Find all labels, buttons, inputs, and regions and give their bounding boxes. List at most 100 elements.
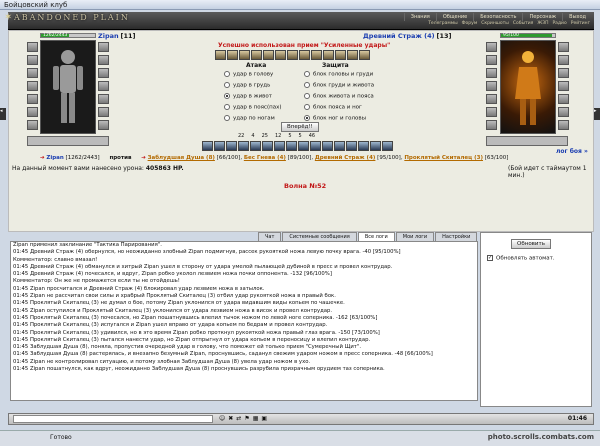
left-player-name[interactable]: Zipan bbox=[98, 32, 119, 40]
spell-icon[interactable] bbox=[202, 141, 213, 151]
radio-icon[interactable] bbox=[304, 93, 310, 99]
technique-icon[interactable] bbox=[239, 50, 250, 60]
auto-refresh-row[interactable]: ✓ Обновлять автомат. bbox=[487, 255, 555, 262]
spell-icon[interactable] bbox=[310, 141, 321, 151]
spell-icon[interactable] bbox=[346, 141, 357, 151]
amulet-slot-icon[interactable] bbox=[27, 55, 38, 65]
radio-icon[interactable] bbox=[224, 82, 230, 88]
technique-icon[interactable] bbox=[251, 50, 262, 60]
radio-icon[interactable] bbox=[224, 104, 230, 110]
attack-option-head[interactable]: удар в голову bbox=[224, 71, 273, 78]
subnav-events[interactable]: События bbox=[511, 21, 535, 26]
gloves-slot-icon[interactable] bbox=[27, 107, 38, 117]
fight-log-link[interactable]: лог боя » bbox=[556, 148, 588, 155]
ring-slot-icon[interactable] bbox=[27, 120, 38, 130]
spell-icon[interactable] bbox=[298, 141, 309, 151]
shield-slot-icon[interactable] bbox=[98, 55, 109, 65]
tab-my-logs[interactable]: Мои логи bbox=[395, 232, 435, 241]
spell-icon[interactable] bbox=[250, 141, 261, 151]
technique-icon[interactable] bbox=[335, 50, 346, 60]
spell-icon[interactable] bbox=[334, 141, 345, 151]
clear-icon[interactable]: ✖ bbox=[228, 415, 233, 422]
enemy-name[interactable]: Заблудшая Душа (8) bbox=[148, 155, 215, 161]
enemy-name[interactable]: Древний Страж (4) bbox=[315, 155, 376, 161]
radio-icon[interactable] bbox=[304, 104, 310, 110]
left-potion-belt[interactable] bbox=[27, 136, 109, 146]
spell-icon[interactable] bbox=[238, 141, 249, 151]
radio-icon[interactable] bbox=[304, 71, 310, 77]
attack-option-belly[interactable]: удар в живот bbox=[224, 93, 272, 100]
ring2-slot-icon[interactable] bbox=[98, 107, 109, 117]
spell-icon[interactable] bbox=[214, 141, 225, 151]
inventory-icon[interactable]: ▣ bbox=[261, 415, 267, 422]
technique-icon[interactable] bbox=[299, 50, 310, 60]
nav-security[interactable]: Безопасность bbox=[473, 13, 522, 21]
belt-slot-icon[interactable] bbox=[27, 94, 38, 104]
spell-icon[interactable] bbox=[382, 141, 393, 151]
chat-log[interactable]: Zipan применил заклинание "Тактика Парир… bbox=[10, 241, 478, 401]
spell-icon[interactable] bbox=[358, 141, 369, 151]
tab-system-messages[interactable]: Системные сообщения bbox=[282, 232, 357, 241]
defense-option-head-chest[interactable]: блок головы и груди bbox=[304, 71, 373, 78]
defense-option-chest-belly[interactable]: блок груди и живота bbox=[304, 82, 374, 89]
enemy-name[interactable]: Проклятый Скиталец (3) bbox=[404, 155, 483, 161]
forward-button[interactable]: Вперёд!! bbox=[281, 122, 319, 132]
spell-icon[interactable] bbox=[370, 141, 381, 151]
subnav-scrolls[interactable]: Скриншоты bbox=[479, 21, 511, 26]
enemy-name[interactable]: Бес Гнева (4) bbox=[244, 155, 286, 161]
radio-icon[interactable] bbox=[224, 93, 230, 99]
refresh-button[interactable]: Обновить bbox=[511, 239, 551, 249]
spell-icon[interactable] bbox=[262, 141, 273, 151]
defense-option-belt-legs[interactable]: блок пояса и ног bbox=[304, 104, 362, 111]
technique-icon[interactable] bbox=[311, 50, 322, 60]
collapse-right-icon[interactable]: ▸ bbox=[594, 108, 600, 120]
radio-icon[interactable] bbox=[304, 82, 310, 88]
technique-icon[interactable] bbox=[287, 50, 298, 60]
tab-all-logs[interactable]: Все логи bbox=[357, 232, 395, 241]
radio-icon[interactable] bbox=[304, 115, 310, 121]
vs-left-name[interactable]: Zipan bbox=[46, 155, 63, 161]
attack-option-groin[interactable]: удар в пояс(пах) bbox=[224, 104, 281, 111]
defense-option-legs-head[interactable]: блок ног и головы bbox=[304, 115, 366, 122]
spell-icon[interactable] bbox=[322, 141, 333, 151]
armor-slot-icon[interactable] bbox=[27, 81, 38, 91]
weapon-slot-icon[interactable] bbox=[27, 68, 38, 78]
earring-slot-icon[interactable] bbox=[98, 42, 109, 52]
defense-option-belly-belt[interactable]: блок живота и пояса bbox=[304, 93, 374, 100]
spell-icon[interactable] bbox=[226, 141, 237, 151]
technique-icon[interactable] bbox=[275, 50, 286, 60]
spell-icon[interactable] bbox=[274, 141, 285, 151]
nav-knowledge[interactable]: Знания bbox=[403, 13, 436, 21]
right-player-name[interactable]: Древний Страж (4) bbox=[363, 32, 435, 40]
helmet-slot-icon[interactable] bbox=[27, 42, 38, 52]
radio-icon[interactable] bbox=[224, 71, 230, 77]
subnav-radio[interactable]: Радио bbox=[550, 21, 568, 26]
technique-icon[interactable] bbox=[227, 50, 238, 60]
ring3-slot-icon[interactable] bbox=[98, 120, 109, 130]
boots-slot-icon[interactable] bbox=[98, 94, 109, 104]
technique-icon[interactable] bbox=[215, 50, 226, 60]
technique-icon[interactable] bbox=[359, 50, 370, 60]
technique-icon[interactable] bbox=[323, 50, 334, 60]
nav-exit[interactable]: Выход bbox=[562, 13, 592, 21]
subnav-forum[interactable]: Форум bbox=[460, 21, 480, 26]
collapse-left-icon[interactable]: ◂ bbox=[0, 108, 6, 120]
nav-character[interactable]: Персонаж bbox=[522, 13, 562, 21]
subnav-zhzp[interactable]: ЖЗП bbox=[535, 21, 550, 26]
technique-icon[interactable] bbox=[347, 50, 358, 60]
translit-icon[interactable]: ⇄ bbox=[236, 415, 241, 422]
smile-icon[interactable]: ☺ bbox=[219, 415, 225, 422]
attack-option-chest[interactable]: удар в грудь bbox=[224, 82, 270, 89]
attack-option-legs[interactable]: удар по ногам bbox=[224, 115, 275, 122]
subnav-rating[interactable]: Рейтинг bbox=[569, 21, 592, 26]
bracer-slot-icon[interactable] bbox=[98, 68, 109, 78]
checkbox-icon[interactable]: ✓ bbox=[487, 255, 493, 261]
map-icon[interactable]: ▦ bbox=[253, 415, 259, 422]
pants-slot-icon[interactable] bbox=[98, 81, 109, 91]
filter-icon[interactable]: ⚑ bbox=[244, 415, 249, 422]
subnav-telegrams[interactable]: Телеграммы bbox=[426, 21, 459, 26]
tab-settings[interactable]: Настройки bbox=[435, 232, 478, 241]
spell-icon[interactable] bbox=[286, 141, 297, 151]
radio-icon[interactable] bbox=[224, 115, 230, 121]
tab-chat[interactable]: Чат bbox=[258, 232, 282, 241]
